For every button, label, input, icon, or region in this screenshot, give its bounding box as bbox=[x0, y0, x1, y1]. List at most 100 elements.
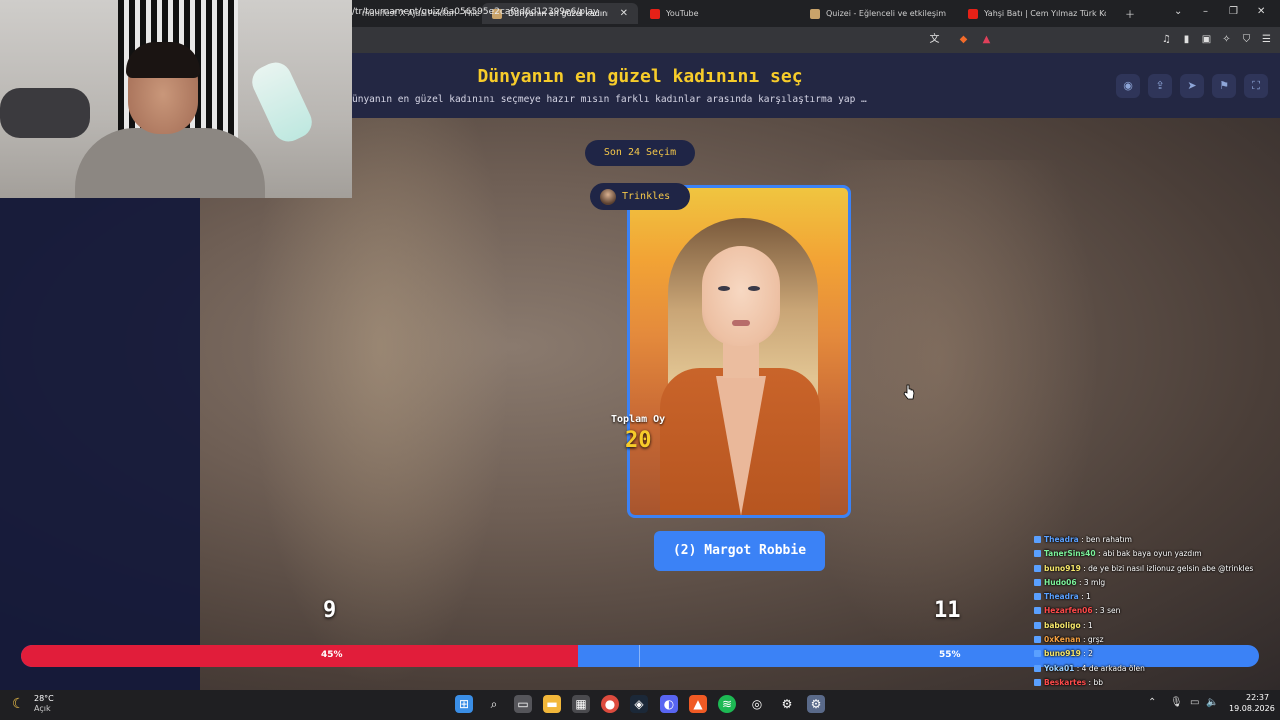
webcam-streamer-body bbox=[75, 128, 265, 198]
fullscreen-icon[interactable]: ⛶ bbox=[1244, 74, 1268, 98]
menu-icon[interactable]: ☰ bbox=[1260, 33, 1273, 46]
chat-username[interactable]: buno919 bbox=[1044, 564, 1081, 573]
brave-icon[interactable]: ▲ bbox=[689, 695, 707, 713]
moon-icon[interactable]: ☾ bbox=[12, 696, 25, 712]
round-pill: Son 24 Seçim bbox=[585, 140, 695, 166]
chat-message: Hezarfen06 : 3 sen bbox=[1034, 604, 1280, 618]
chat-username[interactable]: buno919 bbox=[1044, 649, 1081, 658]
page-title: Dünyanın en güzel kadınını seç bbox=[477, 66, 803, 87]
close-tab-icon[interactable]: ✕ bbox=[620, 8, 628, 19]
start-icon[interactable]: ⊞ bbox=[455, 695, 473, 713]
chrome-icon[interactable]: ● bbox=[601, 695, 619, 713]
chat-message: 0xKenan : grşz bbox=[1034, 633, 1280, 647]
chat-text: : bb bbox=[1086, 677, 1103, 687]
file-explorer-icon[interactable]: ▬ bbox=[543, 695, 561, 713]
portrait-eye-left bbox=[718, 286, 730, 291]
chat-text: : abi bak baya oyun yazdım bbox=[1095, 549, 1202, 559]
clock-time[interactable]: 22:37 bbox=[1246, 693, 1269, 702]
chat-badge-icon bbox=[1034, 564, 1041, 572]
store-icon[interactable]: ▦ bbox=[572, 695, 590, 713]
steam-icon[interactable]: ◈ bbox=[630, 695, 648, 713]
report-flag-icon[interactable]: ⚑ bbox=[1212, 74, 1236, 98]
chat-username[interactable]: baboligo bbox=[1044, 621, 1081, 630]
tab-quizei[interactable]: Quizei - Eğlenceli ve etkileşimli quiz bbox=[800, 3, 958, 24]
chat-text: : 4 de arkada ölen bbox=[1074, 663, 1145, 673]
chat-message: buno919 : 2 bbox=[1034, 647, 1280, 661]
chat-message: Hudo06 : 3 mlg bbox=[1034, 576, 1280, 590]
hand-cursor-icon bbox=[903, 384, 915, 400]
chat-text: : de ye bizi nasıl izlionuz gelsin abe @… bbox=[1080, 563, 1254, 573]
search-icon[interactable]: ⌕ bbox=[485, 695, 503, 713]
chat-username[interactable]: Hudo06 bbox=[1044, 578, 1077, 587]
chat-username[interactable]: Hezarfen06 bbox=[1044, 606, 1093, 615]
chat-badge-icon bbox=[1034, 607, 1041, 615]
chat-message: Yoka01 : 4 de arkada ölen bbox=[1034, 662, 1280, 676]
left-vote-count: 9 bbox=[323, 598, 337, 623]
tab-yahsi-bati[interactable]: Yahşi Batı | Cem Yılmaz Türk Komedi bbox=[958, 3, 1116, 24]
avatar bbox=[600, 188, 616, 205]
weather-temp[interactable]: 28°C bbox=[34, 694, 54, 703]
microphone-icon bbox=[246, 57, 318, 147]
chat-username[interactable]: Beskartes bbox=[1044, 678, 1086, 687]
new-tab-icon[interactable]: ＋ bbox=[1125, 6, 1135, 21]
share-icon[interactable]: ⇪ bbox=[1148, 74, 1172, 98]
tray-chevron-icon[interactable]: ⌃ bbox=[1148, 697, 1156, 708]
choice-button[interactable]: (2) Margot Robbie bbox=[654, 531, 825, 571]
weather-status[interactable]: Açık bbox=[34, 704, 51, 713]
quizei-favicon-icon bbox=[810, 8, 820, 19]
volume-icon[interactable]: 🔈 bbox=[1206, 697, 1218, 708]
chat-username[interactable]: Theadra bbox=[1044, 535, 1079, 544]
chat-badge-icon bbox=[1034, 593, 1041, 601]
tab-list-icon[interactable]: ⌄ bbox=[1174, 6, 1182, 17]
tab-youtube[interactable]: YouTube bbox=[640, 3, 800, 24]
translate-icon[interactable]: 文 bbox=[928, 33, 941, 46]
brave-rewards-icon[interactable]: ▲ bbox=[980, 33, 993, 46]
chat-badge-icon bbox=[1034, 678, 1041, 686]
chat-username[interactable]: 0xKenan bbox=[1044, 635, 1081, 644]
chat-badge-icon bbox=[1034, 536, 1041, 543]
portrait-face bbox=[702, 246, 780, 346]
chat-message: TanerSins40 : abi bak baya oyun yazdım bbox=[1034, 547, 1280, 561]
app2-icon[interactable]: ⚙ bbox=[807, 695, 825, 713]
mic-tray-icon[interactable]: 🎙 bbox=[1170, 697, 1183, 708]
vpn-icon[interactable]: ⛉ bbox=[1240, 33, 1253, 46]
vote-bar-midline bbox=[639, 645, 640, 667]
maximize-icon[interactable]: ❐ bbox=[1229, 6, 1238, 17]
user-name: Trinkles bbox=[622, 191, 671, 202]
close-window-icon[interactable]: ✕ bbox=[1257, 6, 1265, 17]
spotify-icon[interactable]: ≋ bbox=[718, 695, 736, 713]
chat-badge-icon bbox=[1034, 550, 1041, 558]
view-icon[interactable]: ◉ bbox=[1116, 74, 1140, 98]
clock-date[interactable]: 19.08.2026 bbox=[1229, 704, 1275, 713]
background-blur-left bbox=[250, 118, 510, 690]
candidate-card[interactable] bbox=[627, 185, 851, 518]
app-icon[interactable]: ◎ bbox=[748, 695, 766, 713]
tab-label: YouTube bbox=[666, 9, 699, 18]
chat-username[interactable]: TanerSins40 bbox=[1044, 549, 1096, 558]
chat-message: Beskartes : bb bbox=[1034, 676, 1280, 690]
minimize-icon[interactable]: – bbox=[1203, 6, 1208, 17]
sidebar-icon[interactable]: ▮ bbox=[1180, 33, 1193, 46]
media-icon[interactable]: ♫ bbox=[1160, 33, 1173, 46]
wallet-icon[interactable]: ▣ bbox=[1200, 33, 1213, 46]
send-icon[interactable]: ➤ bbox=[1180, 74, 1204, 98]
portrait-lips bbox=[732, 320, 750, 326]
brave-shield-icon[interactable]: ◆ bbox=[957, 33, 970, 46]
discord-icon[interactable]: ◐ bbox=[660, 695, 678, 713]
chat-message: Theadra : ben rahatım bbox=[1034, 533, 1280, 547]
screen: manifest X Ajda Pekkan - Hileli Dünyanın… bbox=[0, 0, 1280, 720]
chat-text: : grşz bbox=[1080, 635, 1104, 645]
youtube-favicon-icon bbox=[968, 8, 978, 19]
chat-username[interactable]: Theadra bbox=[1044, 592, 1079, 601]
display-icon[interactable]: ▭ bbox=[1190, 697, 1199, 708]
chat-text: : 2 bbox=[1080, 649, 1093, 659]
ai-icon[interactable]: ✧ bbox=[1220, 33, 1233, 46]
portrait-eye-right bbox=[748, 286, 760, 291]
right-vote-count: 11 bbox=[934, 598, 961, 623]
settings-gear-icon[interactable]: ⚙ bbox=[778, 695, 796, 713]
url-field[interactable]: /tr/tournament/quiz/6a056595e2caf9d6d123… bbox=[352, 7, 598, 17]
chat-username[interactable]: Yoka01 bbox=[1044, 664, 1074, 673]
chat-badge-icon bbox=[1034, 621, 1041, 629]
page-subtitle: ünyanın en güzel kadınını seçmeye hazır … bbox=[352, 94, 867, 105]
task-view-icon[interactable]: ▭ bbox=[514, 695, 532, 713]
